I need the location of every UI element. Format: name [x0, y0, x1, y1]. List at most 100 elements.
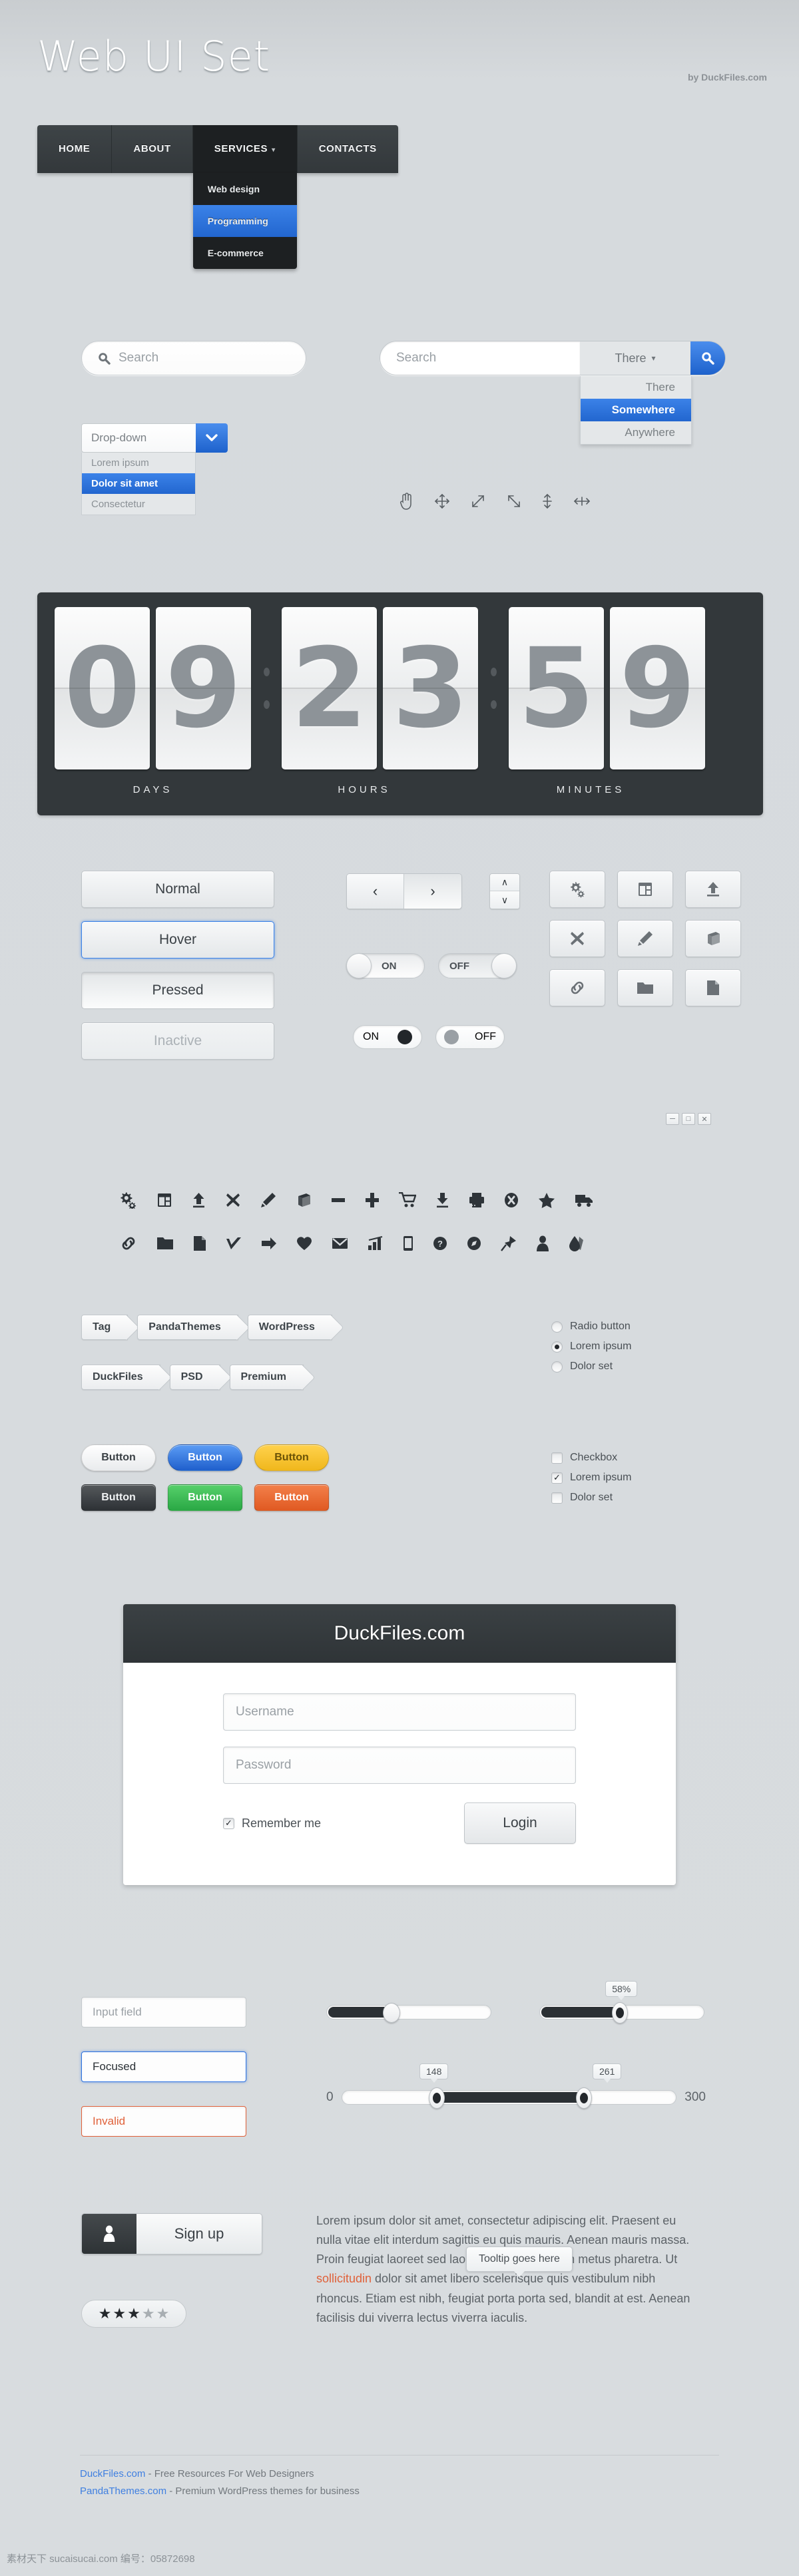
tag-chip[interactable]: PandaThemes [137, 1315, 238, 1340]
checkbox-option[interactable]: Dolor set [551, 1488, 631, 1508]
footer-divider [80, 2455, 719, 2456]
radio-option[interactable]: Dolor set [551, 1357, 631, 1377]
search-submit-button[interactable] [690, 341, 725, 375]
search-scope-input[interactable]: Search [380, 341, 580, 375]
maximize-icon[interactable]: □ [682, 1113, 695, 1125]
tag-row-2: DuckFiles PSD Premium [81, 1365, 304, 1390]
scope-option-there[interactable]: There [581, 376, 691, 399]
star-icon[interactable]: ★ [127, 2305, 140, 2322]
color-button-orange[interactable]: Button [254, 1484, 329, 1511]
pager-control: ‹ › [346, 873, 462, 909]
nav-item-home[interactable]: HOME [37, 125, 113, 173]
button-hover[interactable]: Hover [81, 921, 274, 959]
password-field[interactable]: Password [223, 1747, 576, 1784]
chevron-down-icon[interactable] [196, 423, 228, 453]
inline-link[interactable]: sollicitudin [316, 2272, 372, 2285]
color-button-dark[interactable]: Button [81, 1484, 156, 1511]
color-button-blue[interactable]: Button [168, 1444, 242, 1471]
button-normal[interactable]: Normal [81, 871, 274, 908]
tag-chip[interactable]: Tag [81, 1315, 129, 1340]
radio-option[interactable]: Lorem ipsum [551, 1337, 631, 1357]
dropdown-header[interactable]: Drop-down [81, 423, 228, 453]
slider-handle[interactable] [382, 2003, 400, 2023]
toggle-dot-off[interactable]: OFF [435, 1025, 505, 1049]
login-button[interactable]: Login [464, 1803, 576, 1844]
color-button-yellow[interactable]: Button [254, 1444, 329, 1471]
tag-chip[interactable]: PSD [169, 1365, 220, 1390]
slider-plain[interactable] [326, 2003, 491, 2023]
minimize-icon[interactable]: ─ [666, 1113, 679, 1125]
range-high-handle[interactable] [575, 2087, 592, 2109]
icon-button-folder[interactable] [617, 969, 673, 1006]
scope-option-anywhere[interactable]: Anywhere [581, 421, 691, 444]
toggle-dot-on[interactable]: ON [353, 1025, 422, 1049]
star-rating[interactable]: ★ ★ ★ ★ ★ [81, 2300, 186, 2328]
button-inactive: Inactive [81, 1022, 274, 1060]
tag-label: PandaThemes [148, 1321, 221, 1333]
tag-chip[interactable]: Premium [229, 1365, 304, 1390]
search-input[interactable]: Search [81, 341, 306, 375]
close-icon[interactable]: ✕ [698, 1113, 711, 1125]
username-field[interactable]: Username [223, 1693, 576, 1731]
button-pressed[interactable]: Pressed [81, 972, 274, 1009]
submenu-item-programming[interactable]: Programming [192, 205, 297, 237]
nav-item-services[interactable]: SERVICES ▾ Web design Programming E-comme… [192, 125, 298, 269]
dropdown-option-consectetur[interactable]: Consectetur [82, 494, 195, 515]
star-icon[interactable]: ★ [156, 2305, 170, 2322]
radio-option[interactable]: Radio button [551, 1317, 631, 1337]
color-button-green[interactable]: Button [168, 1484, 242, 1511]
slider-handle[interactable] [612, 2002, 629, 2024]
search-scope-select[interactable]: There ▾ [580, 351, 690, 365]
spinner-up-button[interactable]: ∧ [490, 874, 519, 891]
gears-icon [571, 882, 585, 898]
checkbox-option[interactable]: ✓ Lorem ipsum [551, 1468, 631, 1488]
search-placeholder: Search [119, 351, 159, 365]
range-slider[interactable]: 148 261 0 300 [326, 2063, 706, 2109]
tag-chip[interactable]: DuckFiles [81, 1365, 160, 1390]
range-low-handle[interactable] [429, 2087, 445, 2109]
pager-prev-button[interactable]: ‹ [347, 874, 404, 909]
nav-item-about[interactable]: ABOUT [112, 125, 193, 173]
icon-button-box[interactable] [685, 920, 741, 957]
input-field-focused[interactable]: Focused [81, 2051, 246, 2082]
gears-icon [121, 1192, 136, 1209]
remember-me-option[interactable]: ✓ Remember me [223, 1817, 321, 1830]
digit-value: 3 [392, 624, 469, 752]
scope-option-somewhere[interactable]: Somewhere [581, 399, 691, 421]
toggle-on[interactable]: ON [346, 953, 425, 978]
star-icon[interactable]: ★ [99, 2305, 112, 2322]
icon-button-link[interactable] [549, 969, 605, 1006]
spinner-down-button[interactable]: ∨ [490, 891, 519, 909]
icon-button-window-layout[interactable] [617, 871, 673, 908]
login-panel: DuckFiles.com Username Password ✓ Rememb… [123, 1604, 676, 1885]
slider-fill [541, 2007, 623, 2018]
user-glyph [103, 2225, 115, 2242]
radio-icon [551, 1321, 563, 1333]
color-button-white[interactable]: Button [81, 1444, 156, 1471]
footer-link-duckfiles[interactable]: DuckFiles.com [80, 2468, 145, 2479]
input-field-invalid[interactable]: Invalid [81, 2106, 246, 2137]
icon-button-close-x[interactable] [549, 920, 605, 957]
icon-button-file[interactable] [685, 969, 741, 1006]
icon-button-gears[interactable] [549, 871, 605, 908]
tag-chip[interactable]: WordPress [247, 1315, 332, 1340]
star-icon[interactable]: ★ [113, 2305, 126, 2322]
star-icon[interactable]: ★ [142, 2305, 155, 2322]
input-field-normal[interactable]: Input field [81, 1997, 246, 2028]
pager-next-button[interactable]: › [404, 874, 461, 909]
dropdown-option-dolor-sit-amet[interactable]: Dolor sit amet [82, 473, 195, 494]
signup-button[interactable]: Sign up [81, 2213, 262, 2254]
icon-button-upload[interactable] [685, 871, 741, 908]
submenu-item-web-design[interactable]: Web design [193, 173, 297, 205]
icon-button-pencil[interactable] [617, 920, 673, 957]
toggle-off[interactable]: OFF [438, 953, 517, 978]
checkbox-option[interactable]: Checkbox [551, 1448, 631, 1468]
window-layout-icon [158, 1193, 171, 1207]
nav-item-contacts[interactable]: CONTACTS [297, 125, 398, 173]
footer-link-pandathemes[interactable]: PandaThemes.com [80, 2485, 166, 2497]
window-layout-icon [639, 883, 652, 896]
dropdown-option-lorem-ipsum[interactable]: Lorem ipsum [82, 453, 195, 473]
resize-ne-icon [472, 495, 484, 507]
submenu-item-ecommerce[interactable]: E-commerce [193, 237, 297, 269]
slider-with-bubble[interactable]: 58% [539, 1981, 704, 2024]
